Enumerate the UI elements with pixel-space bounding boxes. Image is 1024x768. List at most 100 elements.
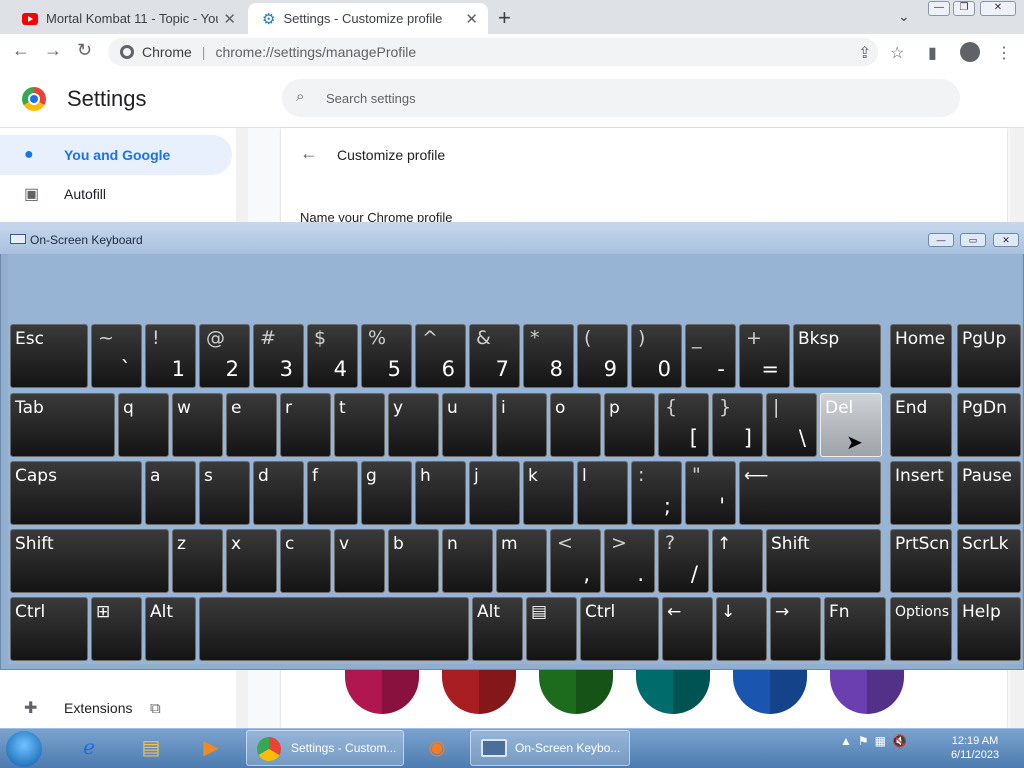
key-4[interactable]: $4 xyxy=(307,324,358,388)
key-s[interactable]: s xyxy=(199,461,250,525)
key-j[interactable]: j xyxy=(469,461,520,525)
key-symbol[interactable]: :; xyxy=(631,461,682,525)
key-v[interactable]: v xyxy=(334,529,385,593)
key-space[interactable] xyxy=(199,597,469,661)
key-pgdn[interactable]: PgDn xyxy=(957,393,1021,457)
key-h[interactable]: h xyxy=(415,461,466,525)
sidebar-item-extensions[interactable]: ✚ Extensions ⧉ xyxy=(0,688,232,728)
key-pgup[interactable]: PgUp xyxy=(957,324,1021,388)
share-icon[interactable]: ⇪ xyxy=(858,43,871,63)
key-prtscn[interactable]: PrtScn xyxy=(890,529,952,593)
key-y[interactable]: y xyxy=(388,393,439,457)
key-symbol[interactable]: ↓ xyxy=(716,597,767,661)
key-symbol[interactable]: >. xyxy=(604,529,655,593)
media-player-icon[interactable]: ▶ xyxy=(194,733,228,763)
key-q[interactable]: q xyxy=(118,393,169,457)
key-z[interactable]: z xyxy=(172,529,223,593)
more-menu-icon[interactable]: ⋮ xyxy=(996,43,1012,63)
key-1[interactable]: ! 1 xyxy=(145,324,196,388)
key-f[interactable]: f xyxy=(307,461,358,525)
key-shift[interactable]: Shift xyxy=(766,529,881,593)
key-2[interactable]: @2 xyxy=(199,324,250,388)
close-window-button[interactable]: ✕ xyxy=(980,1,1016,16)
osk-close-button[interactable]: ✕ xyxy=(993,233,1019,247)
key-insert[interactable]: Insert xyxy=(890,461,952,525)
restore-button[interactable]: ❐ xyxy=(953,1,975,16)
key-k[interactable]: k xyxy=(523,461,574,525)
taskbar-item-chrome[interactable]: Settings - Custom... xyxy=(246,730,404,766)
osk-titlebar[interactable] xyxy=(0,222,1024,254)
key-symbol[interactable]: _ - xyxy=(685,324,736,388)
key-r[interactable]: r xyxy=(280,393,331,457)
key-alt[interactable]: Alt xyxy=(145,597,196,661)
key-6[interactable]: ^ 6 xyxy=(415,324,466,388)
key-n[interactable]: n xyxy=(442,529,493,593)
tab-youtube[interactable]: Mortal Kombat 11 - Topic - YouTube ✕ xyxy=(8,3,246,34)
key-fn[interactable]: Fn xyxy=(824,597,886,661)
key-t[interactable]: t xyxy=(334,393,385,457)
volume-muted-icon[interactable]: 🔇 xyxy=(892,734,907,748)
key-x[interactable]: x xyxy=(226,529,277,593)
firefox-icon[interactable]: ◉ xyxy=(420,733,454,763)
settings-search-input[interactable]: ⌕ Search settings xyxy=(282,79,960,117)
key-scrlk[interactable]: ScrLk xyxy=(957,529,1021,593)
new-tab-button[interactable]: + xyxy=(498,5,511,31)
key-symbol[interactable]: <, xyxy=(550,529,601,593)
key-bksp[interactable]: Bksp xyxy=(793,324,881,388)
bookmark-star-icon[interactable]: ☆ xyxy=(890,43,904,63)
key-symbol[interactable]: ⊞ xyxy=(91,597,142,661)
key-help[interactable]: Help xyxy=(957,597,1021,661)
key-symbol[interactable]: ▤ xyxy=(526,597,577,661)
osk-restore-button[interactable]: ▭ xyxy=(960,233,986,247)
key-options[interactable]: Options xyxy=(890,597,952,661)
key-pause[interactable]: Pause xyxy=(957,461,1021,525)
file-explorer-icon[interactable]: ▤ xyxy=(134,733,168,763)
key-c[interactable]: c xyxy=(280,529,331,593)
side-panel-icon[interactable]: ▮ xyxy=(928,43,937,63)
key-esc[interactable]: Esc xyxy=(10,324,88,388)
back-arrow-icon[interactable]: ← xyxy=(300,143,318,164)
key-symbol[interactable]: {[ xyxy=(658,393,709,457)
taskbar-item-osk[interactable]: On-Screen Keybo... xyxy=(470,730,630,766)
key-u[interactable]: u xyxy=(442,393,493,457)
key-g[interactable]: g xyxy=(361,461,412,525)
key-home[interactable]: Home xyxy=(890,324,952,388)
tab-search-icon[interactable]: ⌄ xyxy=(898,8,910,25)
key-3[interactable]: #3 xyxy=(253,324,304,388)
key-alt[interactable]: Alt xyxy=(472,597,523,661)
key-ctrl[interactable]: Ctrl xyxy=(580,597,659,661)
key-p[interactable]: p xyxy=(604,393,655,457)
close-tab-icon[interactable]: ✕ xyxy=(465,10,478,28)
key-tab[interactable]: Tab xyxy=(10,393,115,457)
tab-settings[interactable]: ⚙ Settings - Customize profile ✕ xyxy=(248,3,488,34)
show-hidden-icons-icon[interactable]: ▲ xyxy=(840,734,852,748)
internet-explorer-icon[interactable]: ℯ xyxy=(72,733,106,763)
close-tab-icon[interactable]: ✕ xyxy=(223,10,236,28)
key-7[interactable]: & 7 xyxy=(469,324,520,388)
key-shift[interactable]: Shift xyxy=(10,529,169,593)
key-9[interactable]: (9 xyxy=(577,324,628,388)
key-end[interactable]: End xyxy=(890,393,952,457)
key-symbol[interactable]: + = xyxy=(739,324,790,388)
key-symbol[interactable]: }] xyxy=(712,393,763,457)
key-0[interactable]: ) 0 xyxy=(631,324,682,388)
key-symbol[interactable]: ? / xyxy=(658,529,709,593)
key-symbol[interactable]: | \ xyxy=(766,393,817,457)
key-m[interactable]: m xyxy=(496,529,547,593)
network-icon[interactable]: ▦ xyxy=(875,734,886,748)
reload-icon[interactable]: ↻ xyxy=(77,40,92,61)
key-symbol[interactable]: ⟵ xyxy=(739,461,881,525)
taskbar-clock[interactable]: 12:19 AM 6/11/2023 xyxy=(940,734,1010,762)
start-button[interactable] xyxy=(6,731,42,767)
key-caps[interactable]: Caps xyxy=(10,461,142,525)
minimize-button[interactable]: — xyxy=(928,1,950,16)
key-symbol[interactable]: → xyxy=(770,597,821,661)
key-symbol[interactable]: " ' xyxy=(685,461,736,525)
sidebar-item-autofill[interactable]: ▣ Autofill xyxy=(0,174,232,214)
flag-icon[interactable]: ⚑ xyxy=(858,734,869,748)
osk-minimize-button[interactable]: — xyxy=(928,233,954,247)
key-l[interactable]: l xyxy=(577,461,628,525)
key-symbol[interactable]: ← xyxy=(662,597,713,661)
key-w[interactable]: w xyxy=(172,393,223,457)
key-a[interactable]: a xyxy=(145,461,196,525)
